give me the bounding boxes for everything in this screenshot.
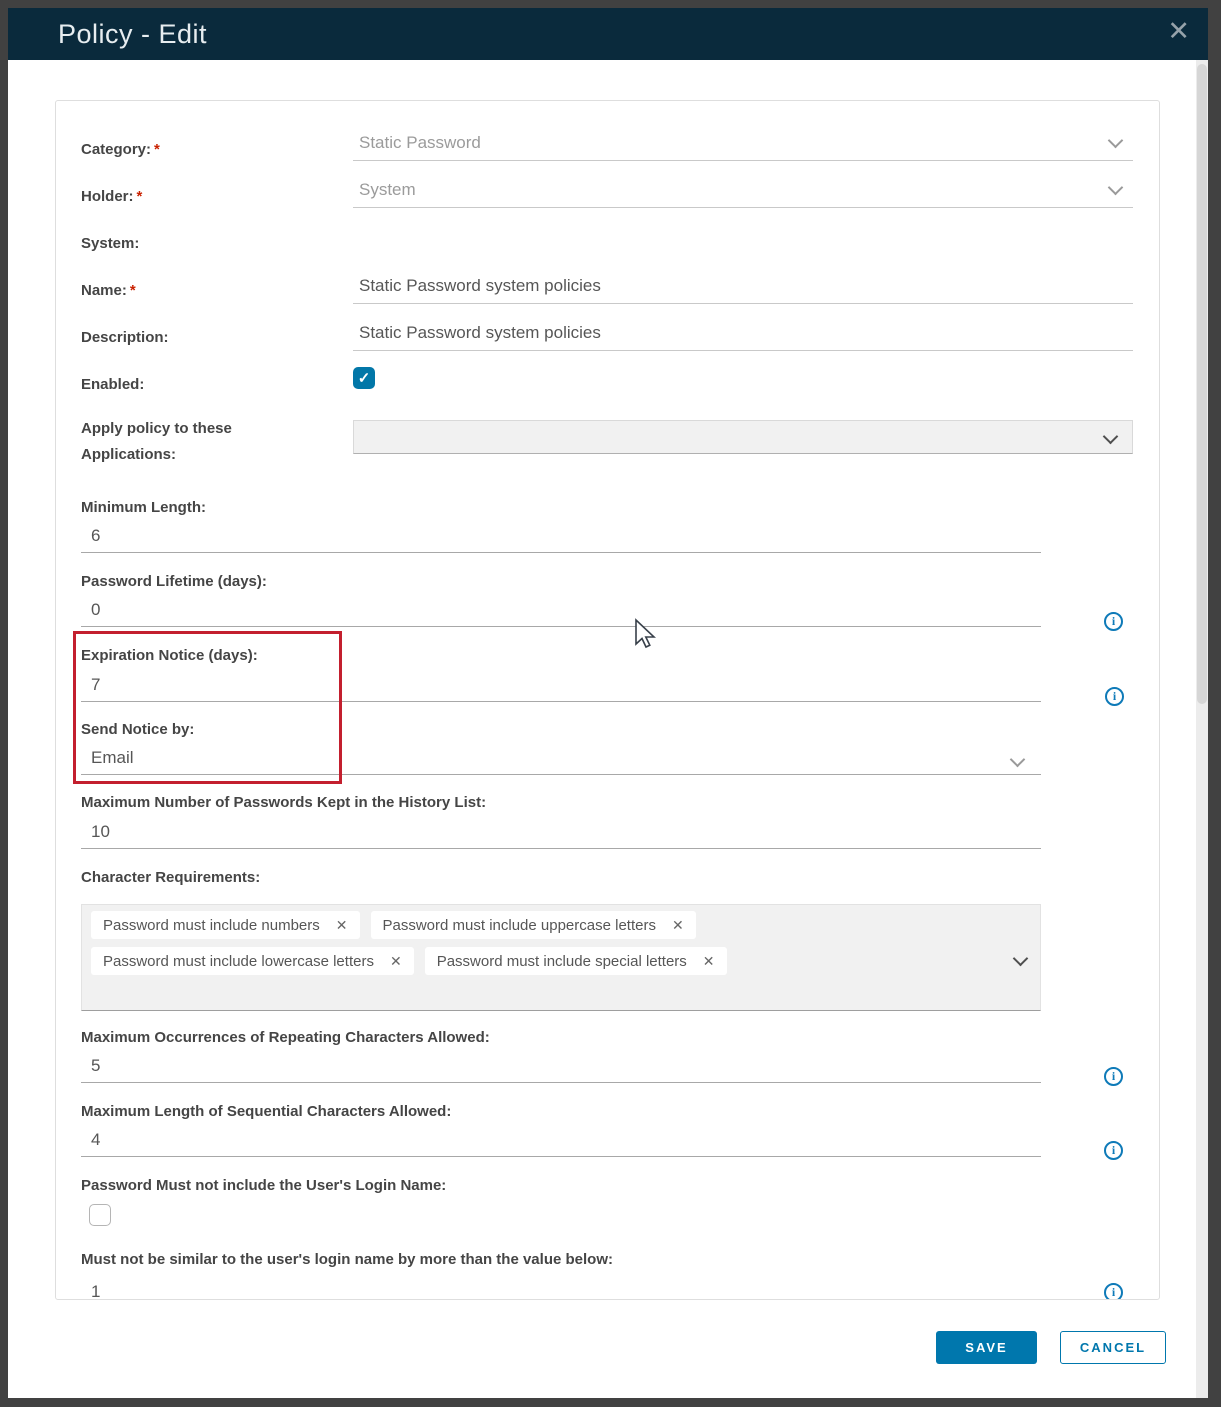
- apply-policy-label: Apply policy to these Applications:: [81, 416, 321, 468]
- send-notice-by-select[interactable]: Email: [81, 747, 1041, 775]
- no-login-name-label: Password Must not include the User's Log…: [81, 1177, 446, 1194]
- chip-remove-icon[interactable]: ✕: [703, 953, 715, 970]
- chevron-down-icon: [1013, 951, 1029, 967]
- max-repeating-input[interactable]: 5: [81, 1056, 1041, 1083]
- required-asterisk: *: [137, 188, 143, 205]
- max-sequential-value: 4: [91, 1130, 100, 1150]
- category-value: Static Password: [359, 133, 481, 153]
- form-card: Category:* Static Password Holder:* Syst…: [55, 100, 1160, 1300]
- max-repeating-value: 5: [91, 1056, 100, 1076]
- similarity-input[interactable]: 1: [81, 1278, 1041, 1300]
- description-label: Description:: [81, 329, 169, 346]
- max-sequential-label: Maximum Length of Sequential Characters …: [81, 1103, 451, 1120]
- chip-item: Password must include lowercase letters …: [91, 947, 414, 975]
- minimum-length-label: Minimum Length:: [81, 499, 206, 516]
- minimum-length-input[interactable]: 6: [81, 526, 1041, 553]
- close-icon[interactable]: ✕: [1167, 18, 1190, 45]
- max-repeating-label: Maximum Occurrences of Repeating Charact…: [81, 1029, 490, 1046]
- no-login-name-checkbox[interactable]: [89, 1204, 111, 1226]
- dialog-header: Policy - Edit ✕: [8, 8, 1208, 60]
- similarity-label: Must not be similar to the user's login …: [81, 1251, 613, 1268]
- info-icon[interactable]: i: [1104, 1141, 1123, 1160]
- apply-policy-select[interactable]: [353, 420, 1133, 454]
- info-icon[interactable]: i: [1104, 1283, 1123, 1300]
- category-label: Category:*: [81, 141, 160, 158]
- name-input[interactable]: Static Password system policies: [353, 267, 1133, 304]
- password-lifetime-value: 0: [91, 600, 100, 620]
- name-label: Name:*: [81, 282, 136, 299]
- chip-remove-icon[interactable]: ✕: [672, 917, 684, 934]
- dialog-title: Policy - Edit: [58, 19, 207, 50]
- check-icon: ✓: [358, 369, 371, 387]
- similarity-value: 1: [91, 1282, 100, 1300]
- category-select[interactable]: Static Password: [353, 127, 1133, 161]
- enabled-label: Enabled:: [81, 376, 144, 393]
- character-requirements-multiselect[interactable]: Password must include numbers ✕ Password…: [81, 904, 1041, 1011]
- page-background: { "dialog": { "title": "Policy - Edit" }…: [0, 0, 1221, 1407]
- scrollbar-thumb[interactable]: [1197, 64, 1207, 704]
- cancel-button[interactable]: CANCEL: [1060, 1331, 1166, 1364]
- policy-edit-dialog: Policy - Edit ✕ Category:* Static Passwo…: [8, 8, 1208, 1398]
- chevron-down-icon: [1010, 752, 1026, 768]
- name-value: Static Password system policies: [359, 276, 601, 296]
- chevron-down-icon: [1108, 133, 1124, 149]
- expiration-notice-input[interactable]: 7: [81, 674, 1041, 702]
- holder-value: System: [359, 180, 416, 200]
- required-asterisk: *: [130, 282, 136, 299]
- send-notice-by-value: Email: [91, 748, 134, 768]
- chip-remove-icon[interactable]: ✕: [336, 917, 348, 934]
- info-icon[interactable]: i: [1104, 612, 1123, 631]
- chip-remove-icon[interactable]: ✕: [390, 953, 402, 970]
- chip-item: Password must include numbers ✕: [91, 911, 360, 939]
- vertical-scrollbar[interactable]: [1196, 60, 1208, 1398]
- character-requirements-label: Character Requirements:: [81, 869, 260, 886]
- password-lifetime-label: Password Lifetime (days):: [81, 573, 267, 590]
- holder-select[interactable]: System: [353, 174, 1133, 208]
- info-icon[interactable]: i: [1104, 1067, 1123, 1086]
- enabled-checkbox[interactable]: ✓: [353, 367, 375, 389]
- description-input[interactable]: Static Password system policies: [353, 314, 1133, 351]
- chip-item: Password must include uppercase letters …: [371, 911, 696, 939]
- max-sequential-input[interactable]: 4: [81, 1130, 1041, 1157]
- required-asterisk: *: [154, 141, 160, 158]
- info-icon[interactable]: i: [1105, 687, 1124, 706]
- password-lifetime-input[interactable]: 0: [81, 600, 1041, 627]
- save-button[interactable]: SAVE: [936, 1331, 1037, 1364]
- expiration-notice-label: Expiration Notice (days):: [81, 647, 258, 664]
- expiration-notice-value: 7: [91, 675, 100, 695]
- chip-item: Password must include special letters ✕: [425, 947, 727, 975]
- chevron-down-icon: [1103, 429, 1119, 445]
- system-label: System:: [81, 235, 139, 252]
- max-history-input[interactable]: 10: [81, 821, 1041, 849]
- max-history-label: Maximum Number of Passwords Kept in the …: [81, 794, 486, 811]
- chevron-down-icon: [1108, 180, 1124, 196]
- description-value: Static Password system policies: [359, 323, 601, 343]
- max-history-value: 10: [91, 822, 110, 842]
- minimum-length-value: 6: [91, 526, 100, 546]
- send-notice-by-label: Send Notice by:: [81, 721, 194, 738]
- holder-label: Holder:*: [81, 188, 142, 205]
